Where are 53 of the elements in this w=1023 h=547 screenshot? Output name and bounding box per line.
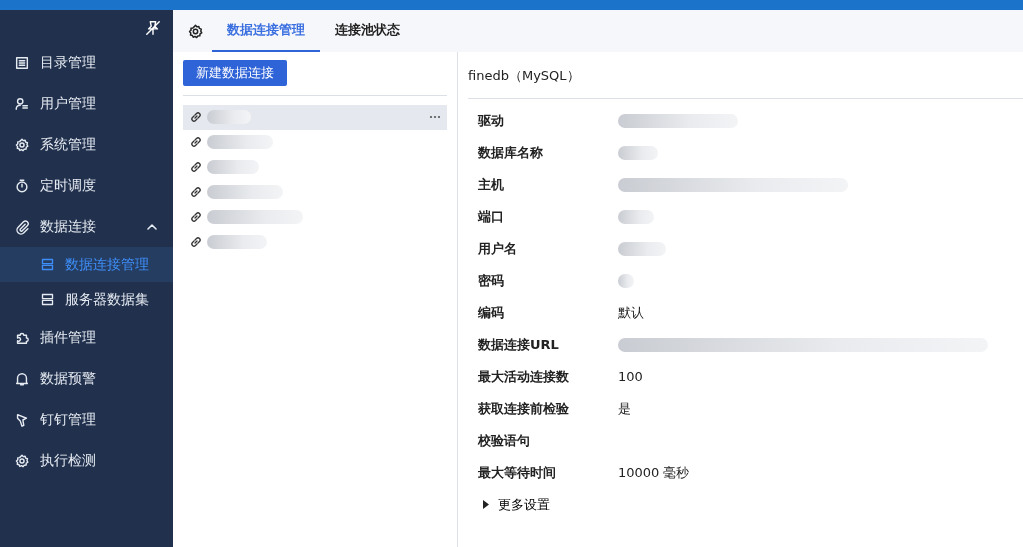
field-value: 100 — [618, 368, 643, 387]
bell-icon — [14, 370, 30, 387]
connection-title: finedb（MySQL） — [468, 52, 1023, 99]
field-label: 用户名 — [478, 240, 518, 259]
field-label: 最大活动连接数 — [478, 368, 570, 387]
sidebar-item[interactable]: 插件管理 — [0, 317, 173, 358]
link-icon — [189, 135, 203, 149]
field-value: 10000 毫秒 — [618, 464, 690, 483]
link-icon — [189, 210, 203, 224]
field-label: 校验语句 — [478, 432, 531, 451]
redacted-name — [207, 235, 267, 249]
link-icon — [189, 110, 203, 124]
redacted-name — [207, 110, 251, 124]
field-label: 数据库名称 — [478, 144, 544, 163]
sidebar-subitem[interactable]: 服务器数据集 — [0, 282, 173, 317]
field-label: 最大等待时间 — [478, 464, 557, 483]
settings-icon — [14, 452, 30, 469]
sidebar-item[interactable]: 数据连接 — [0, 206, 173, 247]
sidebar-item[interactable]: 系统管理 — [0, 124, 173, 165]
more-settings-toggle[interactable]: 更多设置 — [468, 489, 550, 515]
stopwatch-icon — [14, 177, 30, 194]
paperclip-icon — [14, 218, 30, 235]
field-label: 密码 — [478, 272, 505, 291]
server-icon — [40, 292, 55, 307]
link-icon — [189, 235, 203, 249]
settings-icon[interactable] — [187, 22, 204, 40]
field-label: 驱动 — [478, 112, 505, 131]
field-value: 默认 — [618, 304, 644, 323]
sidebar-item[interactable]: 执行检测 — [0, 440, 173, 481]
field-label: 主机 — [478, 176, 505, 195]
sidebar-item[interactable]: 钉钉管理 — [0, 399, 173, 440]
user-icon — [14, 95, 30, 112]
tab[interactable]: 数据连接管理 — [212, 10, 320, 52]
list-icon — [14, 54, 30, 71]
field-value: 是 — [618, 400, 631, 419]
settings-icon — [14, 136, 30, 153]
field-label: 数据连接URL — [478, 336, 560, 355]
link-icon — [189, 185, 203, 199]
redacted-name — [207, 135, 273, 149]
sidebar-item[interactable]: 用户管理 — [0, 83, 173, 124]
more-icon[interactable] — [429, 115, 441, 119]
sidebar-item[interactable]: 数据预警 — [0, 358, 173, 399]
redacted-name — [207, 160, 259, 174]
sidebar-item[interactable]: 目录管理 — [0, 42, 173, 83]
sidebar-item[interactable]: 定时调度 — [0, 165, 173, 206]
field-label: 端口 — [478, 208, 505, 227]
tab[interactable]: 连接池状态 — [320, 10, 415, 52]
server-icon — [40, 257, 55, 272]
link-icon — [189, 160, 203, 174]
field-label: 获取连接前检验 — [478, 400, 570, 419]
field-label: 编码 — [478, 304, 505, 323]
new-connection-button[interactable]: 新建数据连接 — [183, 60, 287, 86]
pin-icon[interactable] — [145, 20, 161, 36]
